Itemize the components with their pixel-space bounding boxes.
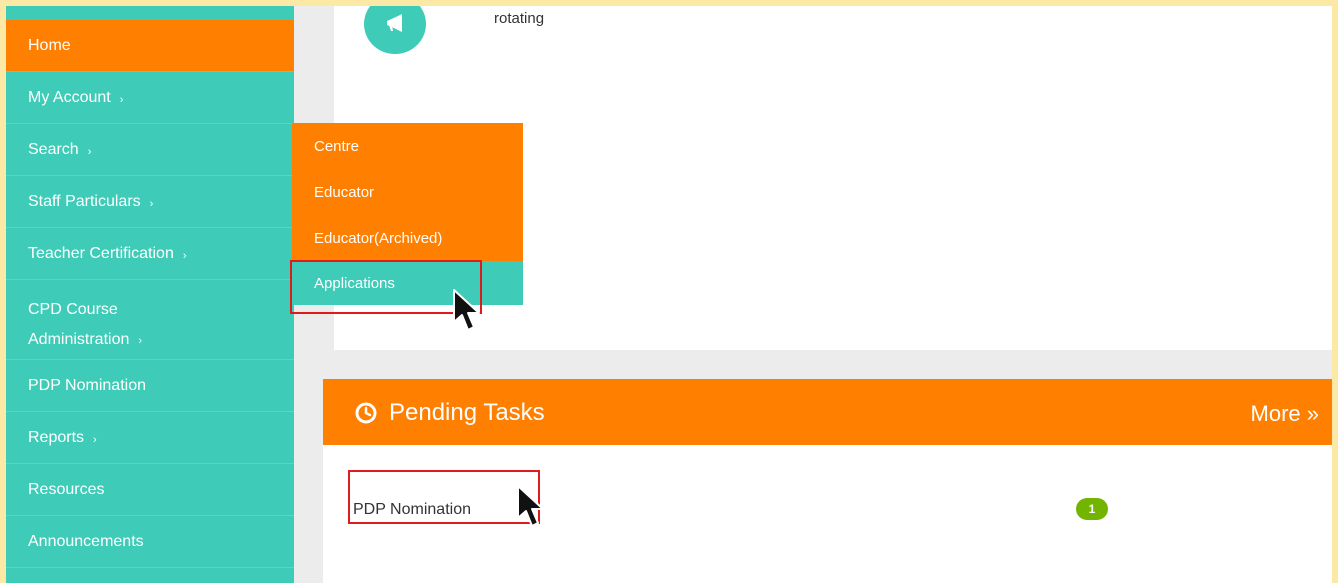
submenu-item-educator[interactable]: Educator <box>292 169 523 215</box>
sidebar-item-label: Announcements <box>28 532 144 550</box>
app-frame: Home My Account › Search › Staff Particu… <box>6 6 1332 583</box>
sidebar-item-label: Home <box>28 36 71 54</box>
sidebar-item-label: Teacher Certification <box>28 244 174 262</box>
chevron-right-icon: › <box>149 198 154 210</box>
chevron-right-icon: › <box>119 94 124 106</box>
sidebar-item-label: Staff Particulars <box>28 192 141 210</box>
sidebar-item-label: PDP Nomination <box>28 376 146 394</box>
sidebar-item-label: Search <box>28 140 79 158</box>
sidebar: Home My Account › Search › Staff Particu… <box>6 6 294 583</box>
megaphone-icon <box>364 6 426 54</box>
sidebar-item-pdp-nomination[interactable]: PDP Nomination <box>6 360 294 412</box>
submenu-item-centre[interactable]: Centre <box>292 123 523 169</box>
sidebar-item-label: My Account <box>28 88 111 106</box>
chevron-right-icon: › <box>138 335 143 347</box>
pending-tasks-title-text: Pending Tasks <box>389 399 545 426</box>
sidebar-item-my-account[interactable]: My Account › <box>6 72 294 124</box>
sidebar-item-label: CPD Course Administration › <box>28 297 198 354</box>
highlight-box-pdp-nomination <box>348 470 540 524</box>
sidebar-item-reports[interactable]: Reports › <box>6 412 294 464</box>
chevron-right-icon: › <box>182 250 187 262</box>
mouse-cursor-icon <box>453 289 480 331</box>
mouse-cursor-icon <box>517 485 544 527</box>
more-link[interactable]: More » <box>1251 401 1319 427</box>
sidebar-item-teacher-certification[interactable]: Teacher Certification › <box>6 228 294 280</box>
chevron-right-icon: › <box>87 146 92 158</box>
pending-tasks-header: Pending Tasks More » <box>323 379 1332 445</box>
sidebar-item-staff-particulars[interactable]: Staff Particulars › <box>6 176 294 228</box>
sidebar-item-search[interactable]: Search › <box>6 124 294 176</box>
chevron-right-icon: › <box>93 434 97 446</box>
sidebar-item-label: Resources <box>28 480 105 498</box>
sidebar-item-home[interactable]: Home <box>6 20 294 72</box>
announcement-text: rotating <box>494 10 545 27</box>
sidebar-item-resources[interactable]: Resources <box>6 464 294 516</box>
submenu-item-educator-archived[interactable]: Educator(Archived) <box>292 215 523 261</box>
sidebar-item-label: Reports <box>28 428 85 446</box>
task-count-badge: 1 <box>1076 498 1108 520</box>
sidebar-item-label-text: CPD Course Administration <box>28 301 130 348</box>
sidebar-item-announcements[interactable]: Announcements <box>6 516 294 568</box>
clock-icon <box>355 402 377 424</box>
pending-tasks-title: Pending Tasks <box>355 399 545 427</box>
sidebar-item-cpd-course-administration[interactable]: CPD Course Administration › <box>6 280 294 360</box>
